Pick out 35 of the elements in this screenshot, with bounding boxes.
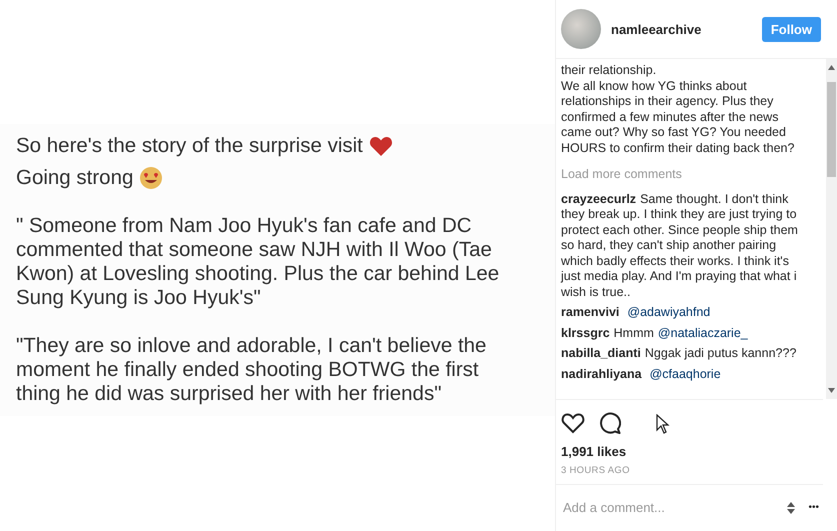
post-text: So here's the story of the surprise visit: [16, 134, 363, 158]
post-text: Going strong: [16, 166, 134, 190]
comment-username[interactable]: nadirahliyana: [561, 366, 642, 380]
comment-username[interactable]: ramenvivi: [561, 305, 620, 319]
scroll-thumb[interactable]: [827, 82, 836, 176]
mention-link[interactable]: @adawiyahfnd: [627, 305, 710, 319]
scrollbar[interactable]: [826, 59, 837, 399]
comment-username[interactable]: nabilla_dianti: [561, 346, 641, 360]
username[interactable]: namleearchive: [611, 22, 752, 36]
post-text: "They are so inlove and adorable, I can't believe the: [16, 334, 486, 358]
post-text: Kwon) at Lovesling shooting. Plus the car behind Lee: [16, 262, 500, 286]
comment: nabilla_dianti Nggak jadi putus kannn???: [561, 346, 798, 362]
smiling-face-icon: [139, 166, 164, 190]
post-text: " Someone from Nam Joo Hyuk's fan cafe and DC: [16, 214, 472, 238]
heart-icon[interactable]: [561, 412, 585, 434]
scroll-up-icon[interactable]: [828, 65, 835, 70]
post-text: moment he finally ended shooting BOTWG the first: [16, 358, 479, 382]
mention-link[interactable]: @cfaaqhorie: [650, 366, 721, 380]
timestamp: 3 HOURS AGO: [560, 464, 631, 478]
cursor-icon: [656, 414, 670, 434]
scroll-down-icon[interactable]: [828, 388, 835, 393]
comment: crayzeecurlz Same thought. I don't think they break up. I think they are just trying to protect each other. Since people ship them so hard, they can't ship another pairing which badly effects their works. I think it's just media play. And I'm praying that what i wish is true..: [561, 192, 799, 300]
post-text: Sung Kyung is Joo Hyuk's": [16, 286, 261, 310]
comment-username[interactable]: klrssgrc: [561, 326, 610, 340]
caption-text: their relationship. We all know how YG thinks about relationships in their agency. Plus they confirmed a few minutes after the news came out? Why so fast YG? You needed HOURS to confirm their dating back then?: [561, 63, 796, 156]
comment-username[interactable]: crayzeecurlz: [561, 192, 636, 206]
heart-icon: [368, 134, 393, 156]
resize-icon: [786, 500, 796, 514]
comment-icon[interactable]: [599, 412, 621, 434]
post-text: thing he did was surprised her with her friends": [16, 382, 442, 406]
mention-link[interactable]: @nataliaczarie_: [658, 326, 748, 340]
comment: klrssgrc Hmmm @nataliaczarie_: [561, 326, 749, 341]
likes-count[interactable]: 1,991 likes: [556, 440, 837, 463]
more-button[interactable]: •••: [804, 502, 823, 513]
post-text: commented that someone saw NJH with Il Woo (Tae: [16, 238, 492, 262]
